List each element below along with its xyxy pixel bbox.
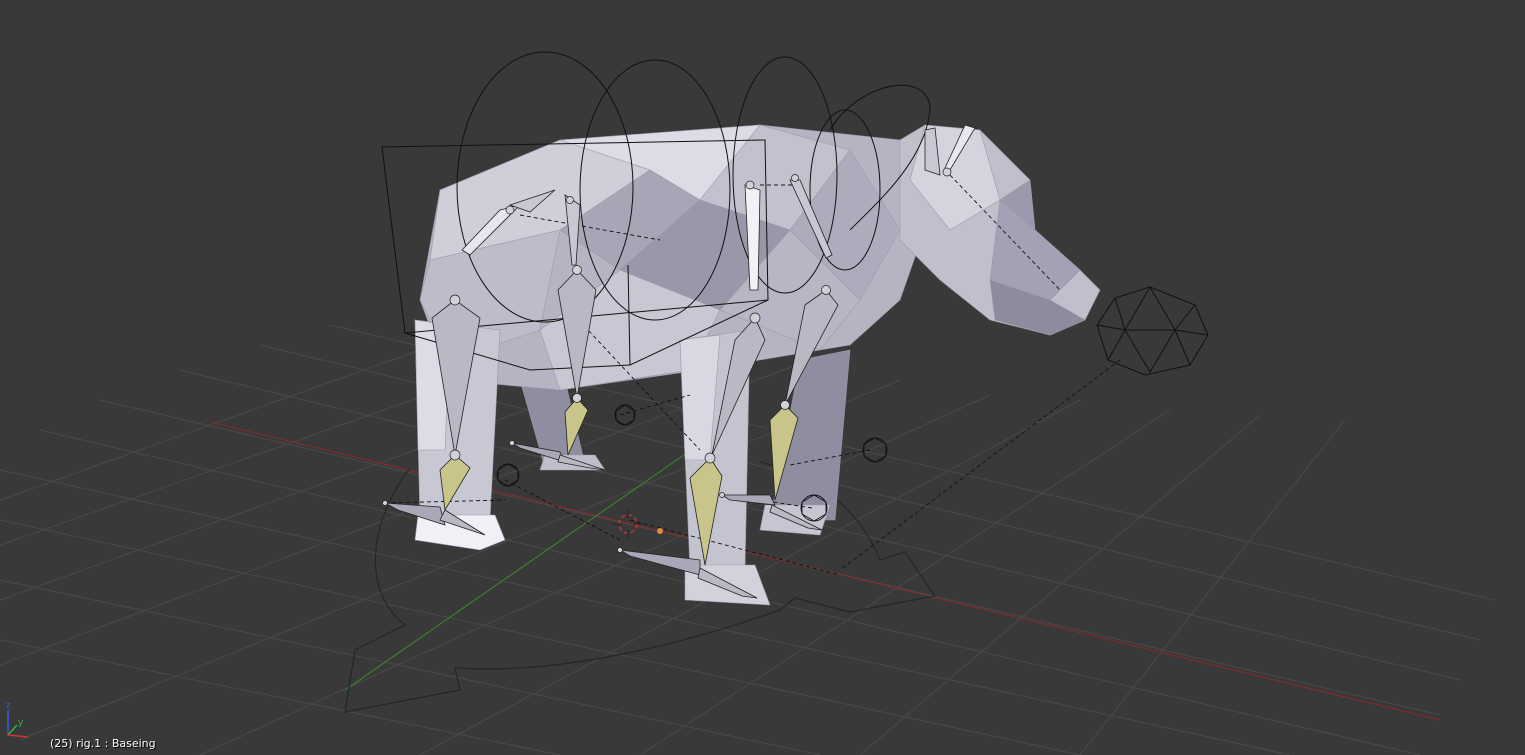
viewport-scene[interactable]: z y <box>0 0 1525 755</box>
3d-viewport[interactable]: z y (25) rig.1 : Baseing <box>0 0 1525 755</box>
look-target-icosphere[interactable] <box>1096 286 1209 376</box>
axis-gizmo: z y <box>6 701 29 738</box>
gizmo-y-label: y <box>18 718 24 728</box>
object-origin-dot[interactable] <box>657 528 663 534</box>
gizmo-z-label: z <box>6 701 11 711</box>
viewport-status-text: (25) rig.1 : Baseing <box>50 737 156 750</box>
